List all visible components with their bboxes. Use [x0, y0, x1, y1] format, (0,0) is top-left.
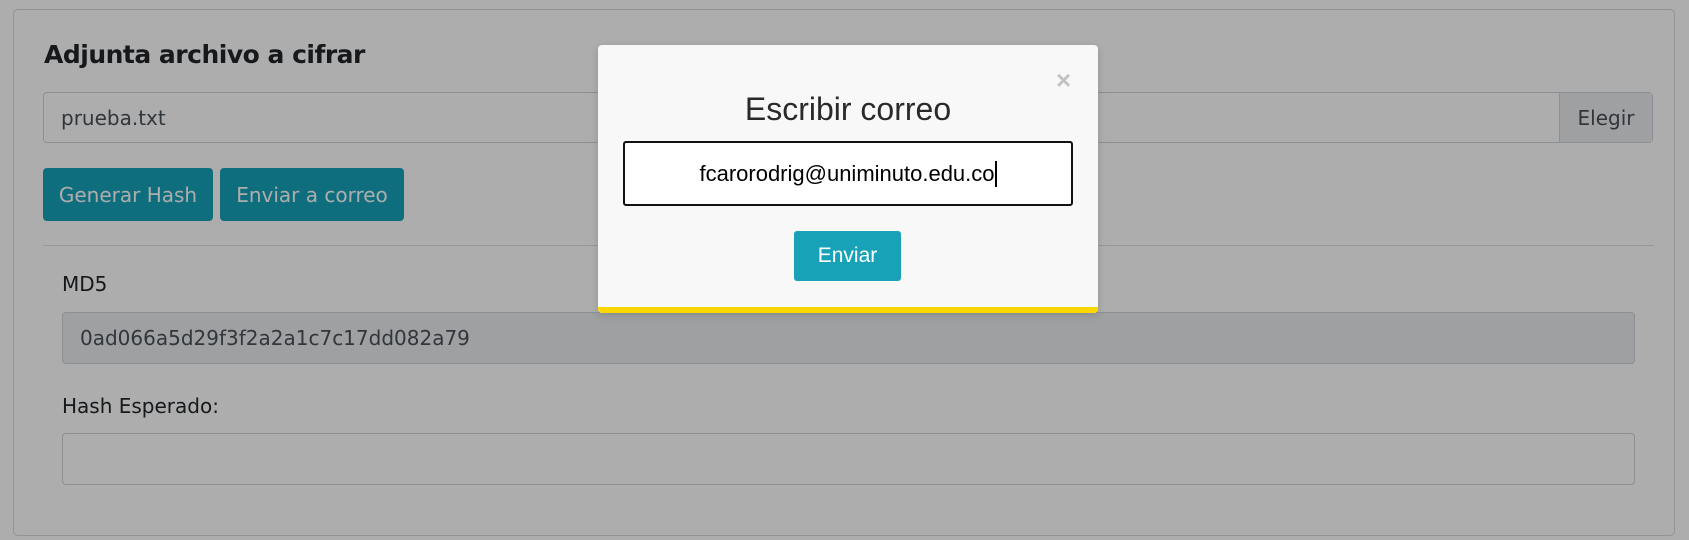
modal-title: Escribir correo — [744, 91, 952, 127]
email-modal: × Escribir correo fcarorodrig@uniminuto.… — [598, 45, 1098, 313]
email-value: fcarorodrig@uniminuto.edu.co — [699, 160, 995, 186]
modal-accent-bar — [598, 307, 1098, 313]
text-caret — [994, 160, 997, 187]
send-button[interactable]: Enviar — [794, 231, 901, 281]
email-input[interactable]: fcarorodrig@uniminuto.edu.co — [623, 141, 1073, 206]
